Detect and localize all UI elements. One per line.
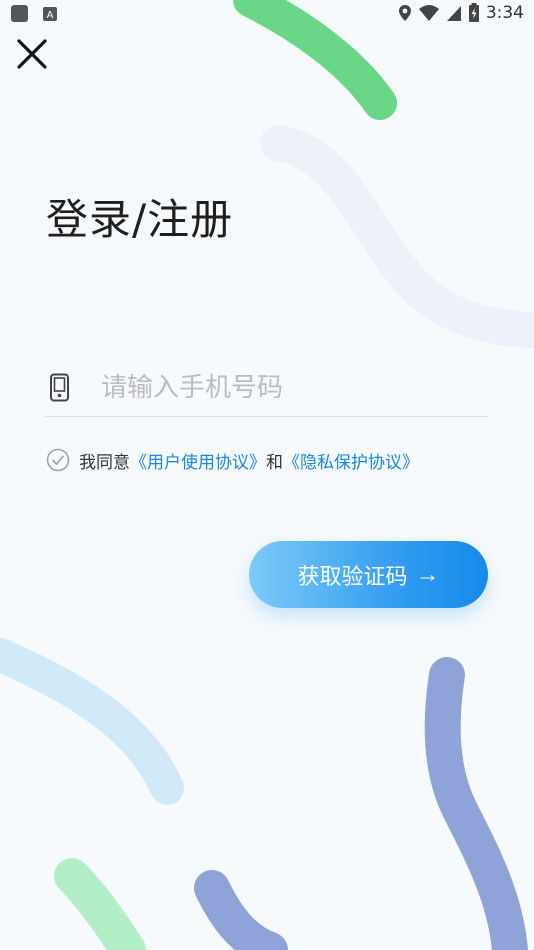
phone-field-row bbox=[45, 362, 488, 417]
arrow-right-icon: → bbox=[415, 560, 440, 588]
close-icon bbox=[17, 39, 47, 69]
privacy-agreement-link[interactable]: 《隐私保护协议》 bbox=[283, 448, 419, 473]
wifi-icon bbox=[418, 5, 439, 21]
status-bar: A 3:34 bbox=[0, 0, 534, 28]
status-left-icons: A bbox=[10, 4, 57, 23]
svg-text:A: A bbox=[47, 10, 54, 21]
agreement-prefix: 我同意 bbox=[79, 452, 130, 473]
battery-icon bbox=[468, 3, 479, 22]
check-circle-icon[interactable] bbox=[46, 448, 70, 472]
indigo-stroke bbox=[194, 657, 528, 950]
pale-stroke-top bbox=[260, 125, 534, 348]
status-right-icons: 3:34 bbox=[398, 3, 524, 23]
get-verification-code-button[interactable]: 获取验证码 → bbox=[249, 541, 488, 608]
get-code-label: 获取验证码 bbox=[297, 563, 408, 589]
app-notification-icon bbox=[11, 5, 28, 22]
login-screen: A 3:34 登录/注册 我同意 《用户使用协议》 和 《隐私保护协议》 bbox=[0, 0, 534, 950]
phone-icon bbox=[50, 373, 69, 402]
status-time: 3:34 bbox=[485, 3, 524, 23]
user-agreement-link[interactable]: 《用户使用协议》 bbox=[130, 448, 266, 473]
light-blue-stroke bbox=[0, 638, 184, 805]
close-button[interactable] bbox=[14, 36, 50, 72]
phone-input[interactable] bbox=[101, 362, 481, 414]
page-title: 登录/注册 bbox=[46, 195, 234, 244]
agreement-conjunction: 和 bbox=[266, 452, 283, 473]
text-notification-icon: A bbox=[43, 6, 57, 21]
green-stroke-bottom bbox=[54, 858, 146, 950]
location-icon bbox=[398, 5, 411, 21]
signal-icon bbox=[446, 6, 461, 21]
agreement-row: 我同意 《用户使用协议》 和 《隐私保护协议》 bbox=[46, 446, 419, 474]
background-decoration bbox=[0, 0, 534, 950]
